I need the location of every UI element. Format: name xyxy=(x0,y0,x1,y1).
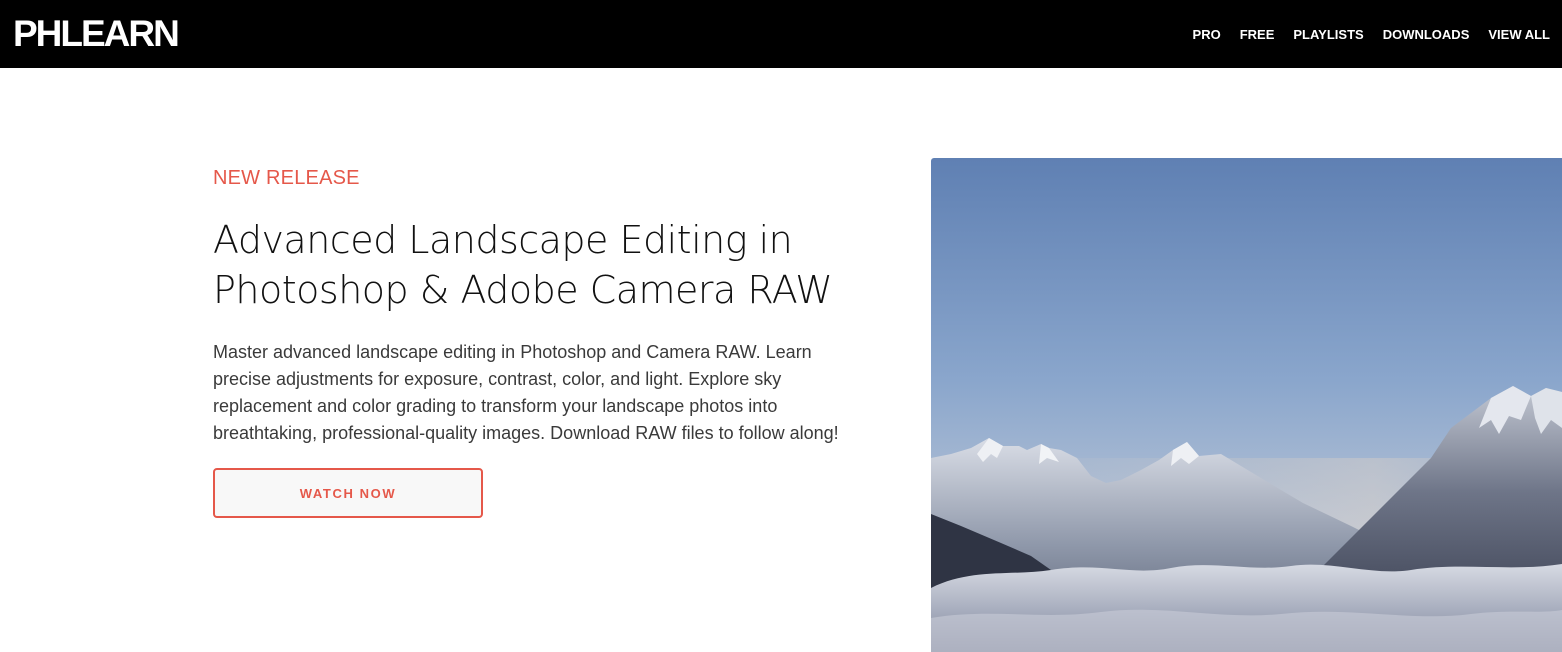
hero-description-line-3: replacement and color grading to transfo… xyxy=(213,396,778,416)
hero-description-line-4: breathtaking, professional-quality image… xyxy=(213,423,839,443)
hero-title-line-2: Photoshop & Adobe Camera RAW xyxy=(213,268,833,312)
hero-description-line-2: precise adjustments for exposure, contra… xyxy=(213,369,782,389)
nav-link-pro[interactable]: PRO xyxy=(1187,27,1227,42)
hero-description-line-1: Master advanced landscape editing in Pho… xyxy=(213,342,812,362)
nav-link-view-all[interactable]: VIEW ALL xyxy=(1482,27,1556,42)
main-nav: PRO FREE PLAYLISTS DOWNLOADS VIEW ALL xyxy=(1180,0,1556,68)
hero-text-block: NEW RELEASE Advanced Landscape Editing i… xyxy=(213,164,913,447)
nav-link-free[interactable]: FREE xyxy=(1234,27,1281,42)
phlearn-logo[interactable]: PHLEARN xyxy=(13,12,180,56)
hero-description: Master advanced landscape editing in Pho… xyxy=(213,339,913,447)
hero-title-line-1: Advanced Landscape Editing in xyxy=(213,218,793,262)
new-release-label: NEW RELEASE xyxy=(213,167,360,189)
nav-link-playlists[interactable]: PLAYLISTS xyxy=(1287,27,1369,42)
hero-title: Advanced Landscape Editing in Photoshop … xyxy=(213,215,913,315)
top-navbar: PHLEARN PRO FREE PLAYLISTS DOWNLOADS VIE… xyxy=(0,0,1562,68)
nav-link-downloads[interactable]: DOWNLOADS xyxy=(1377,27,1476,42)
mountain-landscape-image xyxy=(931,158,1562,652)
watch-now-button[interactable]: WATCH NOW xyxy=(213,468,483,518)
mountain-landscape-illustration xyxy=(931,158,1562,652)
